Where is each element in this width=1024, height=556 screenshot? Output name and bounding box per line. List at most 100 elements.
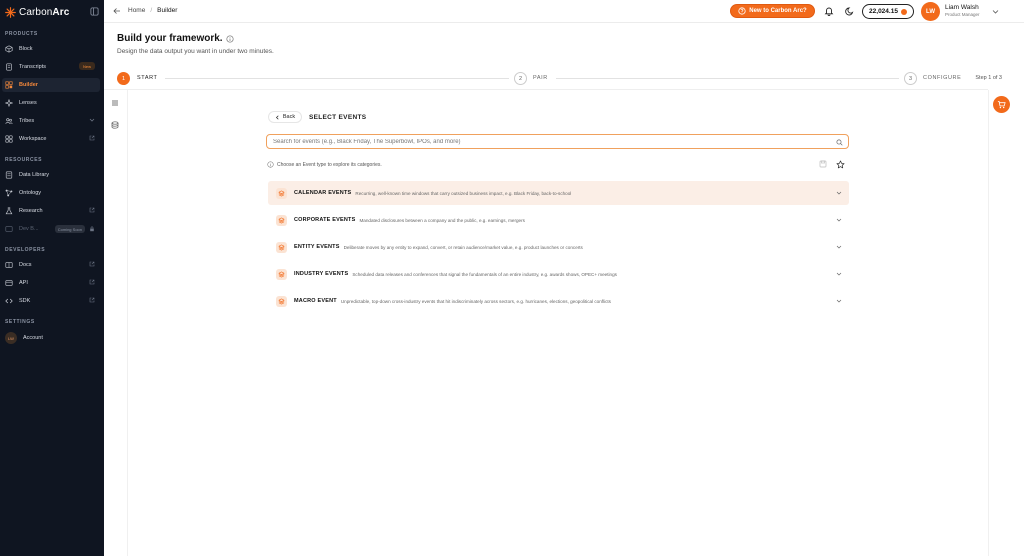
cart-button[interactable] xyxy=(993,96,1010,113)
bell-icon[interactable] xyxy=(824,6,834,16)
sidebar-collapse-icon[interactable] xyxy=(90,7,99,16)
avatar[interactable]: LW xyxy=(921,2,940,21)
database-icon[interactable] xyxy=(111,121,119,129)
step-3-label: CONFIGURE xyxy=(923,75,962,81)
sidebar-item-dev-b: Dev B... Coming Soon xyxy=(2,222,100,236)
user-name: Liam Walsh xyxy=(945,4,979,11)
event-row-industry[interactable]: INDUSTRY EVENTS Scheduled data releases … xyxy=(268,262,849,286)
api-icon xyxy=(5,279,13,287)
sidebar-item-label: Builder xyxy=(19,82,38,88)
event-row-macro[interactable]: MACRO EVENT Unpredictable, top-down cros… xyxy=(268,289,849,313)
breadcrumb-home[interactable]: Home xyxy=(128,7,145,14)
sidebar: CarbonArc PRODUCTS Block Transcripts New… xyxy=(0,0,104,556)
layers-icon xyxy=(276,187,287,199)
cart-icon xyxy=(997,100,1006,109)
event-row-calendar[interactable]: CALENDAR EVENTS Recurring, well-known ti… xyxy=(268,181,849,205)
breadcrumb-current: Builder xyxy=(157,7,178,14)
sidebar-item-docs[interactable]: Docs xyxy=(2,258,100,272)
avatar: LW xyxy=(5,332,17,344)
event-name: ENTITY EVENTS xyxy=(294,244,340,250)
divider xyxy=(127,90,128,556)
brand-name: CarbonArc xyxy=(19,6,70,18)
event-description: Recurring, well-known time windows that … xyxy=(355,190,572,196)
chevron-down-icon[interactable] xyxy=(836,271,842,277)
hint-text: Choose an Event type to explore its cate… xyxy=(267,161,382,168)
event-row-corporate[interactable]: CORPORATE EVENTS Mandated disclosures be… xyxy=(268,208,849,232)
external-link-icon xyxy=(89,261,95,267)
sidebar-item-transcripts[interactable]: Transcripts New xyxy=(2,60,100,74)
search-input[interactable] xyxy=(273,137,833,147)
sidebar-item-data-library[interactable]: Data Library xyxy=(2,168,100,182)
step-1-indicator[interactable]: 1 xyxy=(117,72,130,85)
chevron-down-icon[interactable] xyxy=(836,298,842,304)
sidebar-item-tribes[interactable]: Tribes xyxy=(2,114,100,128)
layers-icon xyxy=(276,241,287,253)
chevron-down-icon[interactable] xyxy=(992,8,999,15)
event-name: CALENDAR EVENTS xyxy=(294,190,352,196)
chevron-down-icon[interactable] xyxy=(836,244,842,250)
stepper: 1 START 2 PAIR 3 CONFIGURE Step 1 of 3 xyxy=(117,71,1003,87)
event-search xyxy=(266,134,849,149)
event-row-entity[interactable]: ENTITY EVENTS Deliberate moves by any en… xyxy=(268,235,849,259)
sidebar-item-api[interactable]: API xyxy=(2,276,100,290)
save-icon[interactable] xyxy=(819,160,827,168)
new-badge: New xyxy=(78,62,95,70)
event-description: Unpredictable, top-down cross-industry e… xyxy=(340,298,611,304)
new-to-carbon-arc-button[interactable]: New to Carbon Arc? xyxy=(730,4,815,18)
section-label-developers: DEVELOPERS xyxy=(5,247,46,253)
chevron-left-icon xyxy=(275,115,280,120)
moon-icon[interactable] xyxy=(845,6,855,16)
top-bar: Home / Builder New to Carbon Arc? 22,024… xyxy=(104,0,1024,23)
sidebar-item-account[interactable]: LW Account xyxy=(2,331,100,345)
transcript-icon xyxy=(5,63,13,71)
back-button[interactable]: Back xyxy=(268,111,302,123)
section-label-resources: RESOURCES xyxy=(5,157,43,163)
section-label-settings: SETTINGS xyxy=(5,319,35,325)
list-icon[interactable] xyxy=(111,99,119,107)
event-name: CORPORATE EVENTS xyxy=(294,217,356,223)
sidebar-item-label: SDK xyxy=(19,298,31,304)
sidebar-item-label: Workspace xyxy=(19,136,47,142)
step-3-indicator[interactable]: 3 xyxy=(904,72,917,85)
arrow-left-icon[interactable] xyxy=(113,7,121,15)
external-link-icon xyxy=(89,279,95,285)
search-icon[interactable] xyxy=(836,139,843,146)
sidebar-item-label: Ontology xyxy=(19,190,42,196)
event-name: INDUSTRY EVENTS xyxy=(294,271,349,277)
info-icon[interactable] xyxy=(226,34,234,43)
lenses-icon xyxy=(5,99,13,107)
lock-icon xyxy=(89,226,95,232)
chevron-down-icon[interactable] xyxy=(836,190,842,196)
library-icon xyxy=(5,171,13,179)
docs-icon xyxy=(5,261,13,269)
sidebar-item-label: Block xyxy=(19,46,33,52)
step-2-indicator[interactable]: 2 xyxy=(514,72,527,85)
sidebar-item-sdk[interactable]: SDK xyxy=(2,294,100,308)
coin-icon xyxy=(900,8,907,15)
breadcrumb: Home / Builder xyxy=(128,7,177,14)
sidebar-item-lenses[interactable]: Lenses xyxy=(2,96,100,110)
step-connector xyxy=(165,78,509,79)
star-icon[interactable] xyxy=(836,160,845,169)
external-link-icon xyxy=(89,135,95,141)
step-connector xyxy=(556,78,899,79)
sidebar-item-builder[interactable]: Builder xyxy=(2,78,100,92)
layers-icon xyxy=(276,268,287,280)
sidebar-item-research[interactable]: Research xyxy=(2,204,100,218)
credits-balance[interactable]: 22,024.15 xyxy=(862,4,914,19)
external-link-icon xyxy=(89,207,95,213)
chevron-down-icon[interactable] xyxy=(89,117,95,123)
ontology-icon xyxy=(5,189,13,197)
breadcrumb-separator: / xyxy=(150,7,153,14)
coming-soon-badge: Coming Soon xyxy=(54,225,85,233)
step-2-label: PAIR xyxy=(533,75,548,81)
sidebar-item-workspace[interactable]: Workspace xyxy=(2,132,100,146)
sidebar-item-label: Tribes xyxy=(19,118,35,124)
sidebar-item-label: Docs xyxy=(19,262,32,268)
event-description: Scheduled data releases and conferences … xyxy=(352,271,617,277)
sidebar-item-ontology[interactable]: Ontology xyxy=(2,186,100,200)
chevron-down-icon[interactable] xyxy=(836,217,842,223)
brand[interactable]: CarbonArc xyxy=(5,5,99,19)
sidebar-item-label: Lenses xyxy=(19,100,37,106)
sidebar-item-block[interactable]: Block xyxy=(2,42,100,56)
